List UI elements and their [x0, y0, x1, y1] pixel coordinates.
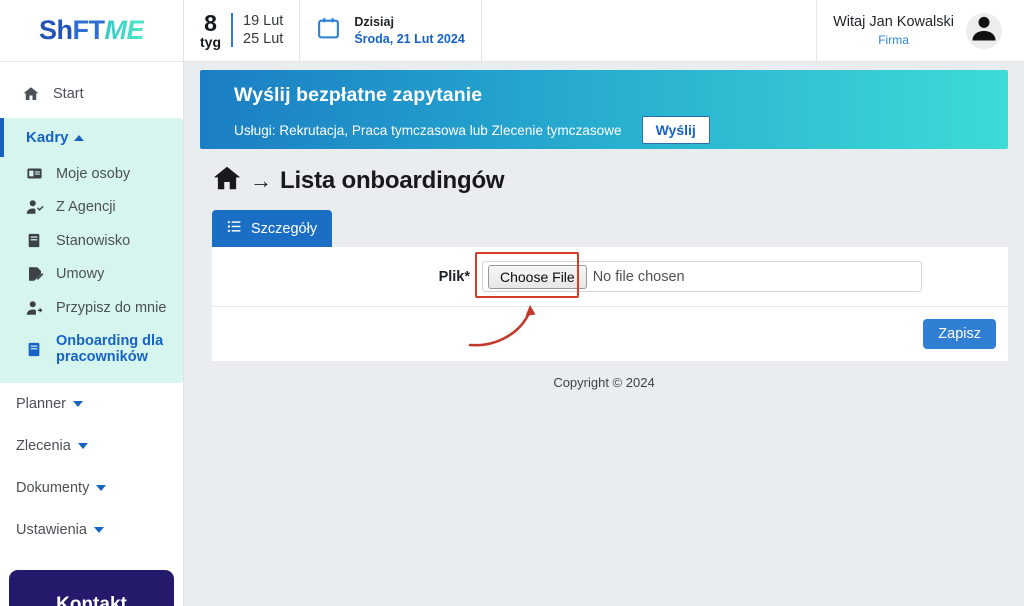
- sidebar-item-ustawienia-label: Ustawienia: [16, 522, 87, 538]
- logo-part-2: FT: [72, 15, 106, 45]
- sidebar-nav: Start Kadry Moje osoby Z Agencji Stanowi…: [0, 62, 183, 551]
- user-add-icon: [26, 299, 44, 317]
- page-title: Lista onboardingów: [280, 166, 505, 194]
- user-menu[interactable]: Witaj Jan Kowalski Firma: [817, 0, 1024, 61]
- promo-banner: Wyślij bezpłatne zapytanie Usługi: Rekru…: [200, 70, 1008, 149]
- chevron-down-icon: [72, 401, 83, 407]
- sidebar-item-stanowisko[interactable]: Stanowisko: [0, 224, 183, 257]
- form-actions-row: Zapisz: [212, 305, 1008, 361]
- choose-file-button[interactable]: Choose File: [488, 264, 587, 289]
- logo-part-3: ME: [104, 15, 145, 45]
- sidebar-item-z-agencji[interactable]: Z Agencji: [0, 190, 183, 224]
- sidebar-group-kadry-label: Kadry: [26, 129, 69, 146]
- week-unit: tyg: [200, 34, 221, 51]
- app-root: ShFTME Start Kadry Moje osoby Z Agencji …: [0, 0, 1024, 606]
- sidebar-item-zlecenia-label: Zlecenia: [16, 438, 71, 454]
- chevron-down-icon: [93, 527, 104, 533]
- promo-banner-title: Wyślij bezpłatne zapytanie: [234, 84, 483, 106]
- main-area: 8 tyg 19 Lut 25 Lut Dzisiaj Środa, 21 Lu…: [184, 0, 1024, 606]
- home-icon[interactable]: [212, 163, 242, 198]
- tab-szczegoly-label: Szczegóły: [251, 220, 318, 237]
- user-avatar-icon: [969, 13, 999, 48]
- sidebar-item-dokumenty-label: Dokumenty: [16, 480, 90, 496]
- sidebar-item-onboarding-label: Onboarding dla pracowników: [56, 333, 164, 365]
- logo-part-1: Sh: [38, 15, 73, 45]
- list-icon: [227, 219, 242, 238]
- tab-szczegoly[interactable]: Szczegóły: [212, 210, 333, 247]
- send-inquiry-button[interactable]: Wyślij: [641, 116, 710, 144]
- home-icon: [22, 85, 40, 103]
- book-blue-icon: [26, 341, 44, 358]
- user-role: Firma: [878, 33, 909, 48]
- sidebar-item-planner-label: Planner: [16, 396, 66, 412]
- sidebar-item-stanowisko-label: Stanowisko: [56, 232, 131, 249]
- breadcrumb: → Lista onboardingów: [200, 149, 1008, 198]
- contract-edit-icon: [26, 265, 44, 283]
- onboarding-form-card: Plik* Choose File No file chosen Zapisz: [212, 247, 1008, 361]
- book-icon: [26, 232, 44, 249]
- sidebar-item-ustawienia[interactable]: Ustawienia: [0, 509, 183, 551]
- chevron-down-icon: [77, 443, 88, 449]
- footer-copyright: Copyright © 2024: [553, 375, 655, 390]
- sidebar-item-zlecenia[interactable]: Zlecenia: [0, 425, 183, 467]
- sidebar-item-planner[interactable]: Planner: [0, 383, 183, 425]
- sidebar-item-przypisz-do-mnie[interactable]: Przypisz do mnie: [0, 291, 183, 325]
- week-number: 8: [204, 10, 217, 37]
- sidebar-item-start-label: Start: [53, 86, 84, 102]
- file-input[interactable]: Choose File No file chosen: [482, 261, 922, 292]
- week-date-to: 25 Lut: [243, 31, 284, 48]
- caret-up-icon: [73, 134, 84, 141]
- topbar: 8 tyg 19 Lut 25 Lut Dzisiaj Środa, 21 Lu…: [184, 0, 1024, 62]
- kontakt-card[interactable]: Kontakt: [9, 570, 174, 606]
- file-field-row: Plik* Choose File No file chosen: [212, 247, 1008, 307]
- file-field-label: Plik*: [438, 268, 470, 285]
- sidebar-item-umowy[interactable]: Umowy: [0, 257, 183, 291]
- sidebar: ShFTME Start Kadry Moje osoby Z Agencji …: [0, 0, 184, 606]
- id-card-icon: [26, 165, 44, 182]
- brand-logo[interactable]: ShFTME: [0, 0, 183, 62]
- user-check-icon: [26, 198, 44, 216]
- week-range-cell[interactable]: 8 tyg 19 Lut 25 Lut: [184, 0, 301, 61]
- save-button[interactable]: Zapisz: [923, 319, 996, 349]
- kontakt-label: Kontakt: [56, 594, 127, 606]
- file-input-wrapper: Choose File No file chosen: [475, 252, 922, 298]
- user-greeting: Witaj Jan Kowalski: [833, 13, 954, 30]
- today-label: Dzisiaj: [354, 15, 394, 29]
- today-date: Środa, 21 Lut 2024: [354, 31, 465, 46]
- promo-banner-subtitle: Usługi: Rekrutacja, Praca tymczasowa lub…: [234, 122, 622, 138]
- sidebar-item-umowy-label: Umowy: [56, 266, 105, 282]
- file-status-text: No file chosen: [592, 268, 685, 285]
- sidebar-item-z-agencji-label: Z Agencji: [56, 199, 116, 215]
- topbar-spacer: [482, 0, 818, 61]
- sidebar-item-moje-osoby[interactable]: Moje osoby: [0, 157, 183, 190]
- sidebar-item-onboarding[interactable]: Onboarding dla pracowników: [0, 325, 183, 373]
- week-date-from: 19 Lut: [243, 12, 284, 29]
- chevron-down-icon: [96, 485, 107, 491]
- sidebar-item-start[interactable]: Start: [0, 76, 183, 112]
- breadcrumb-arrow: →: [250, 167, 272, 193]
- tab-bar: Szczegóły: [200, 198, 1008, 247]
- sidebar-group-kadry-header[interactable]: Kadry: [0, 118, 183, 157]
- today-cell[interactable]: Dzisiaj Środa, 21 Lut 2024: [300, 0, 482, 61]
- week-divider: [231, 13, 233, 48]
- content: Wyślij bezpłatne zapytanie Usługi: Rekru…: [184, 62, 1024, 606]
- avatar[interactable]: [966, 12, 1002, 49]
- sidebar-item-dokumenty[interactable]: Dokumenty: [0, 467, 183, 509]
- sidebar-item-moje-osoby-label: Moje osoby: [56, 165, 131, 182]
- calendar-icon: [316, 15, 341, 46]
- sidebar-item-przypisz-do-mnie-label: Przypisz do mnie: [56, 300, 167, 316]
- sidebar-group-kadry: Kadry Moje osoby Z Agencji Stanowisko Um…: [0, 118, 183, 383]
